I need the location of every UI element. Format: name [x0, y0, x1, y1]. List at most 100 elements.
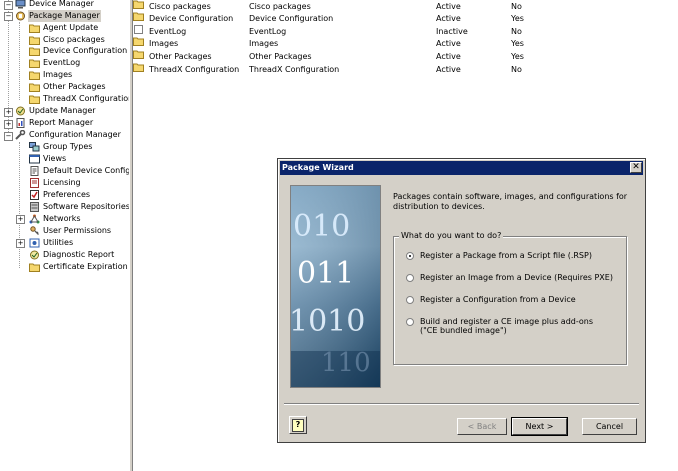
folder-icon: [29, 71, 40, 80]
tree-item-default-device-configuration[interactable]: Default Device Configu: [29, 165, 129, 177]
package-default: No: [511, 65, 522, 74]
action-groupbox: What do you want to do? Register a Packa…: [393, 231, 627, 365]
collapse-package-manager[interactable]: −: [4, 12, 13, 21]
package-status: Active: [436, 39, 461, 48]
folder-icon: [133, 50, 144, 59]
tree-item-preferences[interactable]: Preferences: [29, 189, 91, 201]
list-row[interactable]: Images Images Active Yes: [133, 37, 678, 50]
digits-row-2: 011: [297, 256, 354, 291]
package-description: Device Configuration: [249, 14, 334, 23]
tree-item-licensing[interactable]: Licensing: [29, 177, 82, 189]
tree-item-device-configuration[interactable]: Device Configuration: [29, 45, 128, 57]
report-manager-icon: [16, 118, 25, 128]
certificate-icon: [29, 263, 40, 272]
package-status: Active: [436, 65, 461, 74]
radio[interactable]: [406, 274, 414, 282]
tree-item-update-manager[interactable]: Update Manager: [15, 105, 97, 117]
tree-item-certificate-expiration[interactable]: Certificate Expiration Ti: [29, 261, 129, 273]
tree-item-threadx-configuration[interactable]: ThreadX Configuration: [29, 93, 129, 105]
tree-item-label: Group Types: [43, 142, 93, 151]
tree-item-label: Views: [43, 154, 67, 163]
package-description: Other Packages: [249, 52, 312, 61]
package-wizard-dialog: Package Wizard ✕ 010 011 1010 110 Packag…: [277, 158, 646, 443]
expand-utilities[interactable]: +: [16, 239, 25, 248]
preferences-icon: [30, 190, 39, 200]
device-manager-icon: [15, 0, 26, 9]
navigation-tree: − − + + − + + Device Manager Package Man…: [0, 0, 129, 471]
next-button[interactable]: Next >: [511, 417, 568, 436]
views-icon: [29, 154, 40, 164]
package-status: Active: [436, 14, 461, 23]
option-label-line2: ("CE bundled image"): [420, 326, 507, 335]
radio[interactable]: [406, 296, 414, 304]
package-description: ThreadX Configuration: [249, 65, 340, 74]
package-status: Active: [436, 52, 461, 61]
help-button[interactable]: ?: [289, 416, 307, 434]
tree-item-views[interactable]: Views: [29, 153, 67, 165]
folder-icon: [133, 12, 144, 21]
tree-item-label: Default Device Configu: [43, 166, 129, 175]
dialog-title: Package Wizard: [282, 163, 354, 172]
list-row[interactable]: Other Packages Other Packages Active Yes: [133, 50, 678, 63]
package-name: ThreadX Configuration: [149, 65, 240, 74]
tree-item-networks[interactable]: Networks: [29, 213, 82, 225]
expand-networks[interactable]: +: [16, 215, 25, 224]
cancel-button[interactable]: Cancel: [582, 418, 637, 435]
tree-item-label: ThreadX Configuration: [43, 94, 129, 103]
list-row[interactable]: Device Configuration Device Configuratio…: [133, 12, 678, 25]
folder-icon: [29, 47, 40, 56]
tree-item-user-permissions[interactable]: User Permissions: [29, 225, 112, 237]
option-label: Register a Package from a Script file (.…: [420, 251, 592, 260]
groupbox-label: What do you want to do?: [399, 231, 504, 241]
folder-icon: [29, 59, 40, 68]
tree-item-group-types[interactable]: Group Types: [29, 141, 93, 153]
digits-row-1: 010: [293, 209, 350, 244]
tree-item-label: Images: [43, 70, 73, 79]
folder-icon: [133, 0, 144, 9]
tree-item-agent-update[interactable]: Agent Update: [29, 22, 99, 34]
tree-item-label: Utilities: [43, 238, 74, 247]
tree-item-label: User Permissions: [43, 226, 112, 235]
folder-icon: [29, 36, 40, 45]
tree-item-package-manager[interactable]: Package Manager: [15, 10, 101, 22]
collapse-device-manager[interactable]: −: [4, 1, 13, 10]
package-default: Yes: [511, 14, 524, 23]
tree-item-diagnostic-report[interactable]: Diagnostic Report: [29, 249, 115, 261]
back-button[interactable]: < Back: [457, 418, 507, 435]
dialog-titlebar[interactable]: Package Wizard ✕: [280, 161, 643, 175]
tree-item-label: Software Repositories: [43, 202, 129, 211]
close-button[interactable]: ✕: [630, 162, 642, 173]
tree-item-label: Update Manager: [29, 106, 96, 115]
tree-item-utilities[interactable]: Utilities: [29, 237, 74, 249]
tree-item-software-repositories[interactable]: Software Repositories: [29, 201, 129, 213]
update-manager-icon: [16, 106, 25, 116]
tree-item-label: Other Packages: [43, 82, 106, 91]
tree-item-eventlog[interactable]: EventLog: [29, 57, 81, 69]
folder-icon: [29, 83, 40, 92]
radio-selected[interactable]: [406, 252, 414, 260]
radio[interactable]: [406, 318, 414, 326]
digits-row-3: 1010: [291, 304, 365, 339]
networks-icon: [29, 214, 40, 224]
tree-item-label: EventLog: [43, 58, 81, 67]
tree-item-label: Licensing: [43, 178, 81, 187]
tree-item-images[interactable]: Images: [29, 69, 73, 81]
tree-item-configuration-manager[interactable]: Configuration Manager: [15, 129, 122, 141]
tree-item-label: Configuration Manager: [29, 130, 121, 139]
wizard-intro-text: Packages contain software, images, and c…: [393, 192, 628, 211]
tree-item-device-manager[interactable]: Device Manager: [15, 0, 95, 10]
tree-item-report-manager[interactable]: Report Manager: [15, 117, 94, 129]
user-permissions-icon: [30, 226, 39, 235]
package-description: Images: [249, 39, 279, 48]
expand-report-manager[interactable]: +: [4, 120, 13, 129]
expand-update-manager[interactable]: +: [4, 108, 13, 117]
collapse-configuration-manager[interactable]: −: [4, 132, 13, 141]
dialog-separator: [284, 403, 639, 405]
package-name: Other Packages: [149, 52, 212, 61]
default-config-icon: [30, 166, 39, 176]
list-row[interactable]: ThreadX Configuration ThreadX Configurat…: [133, 63, 678, 76]
tree-item-other-packages[interactable]: Other Packages: [29, 81, 107, 93]
folder-icon: [133, 37, 144, 46]
tree-item-label: Agent Update: [43, 23, 99, 32]
tree-item-label: Device Configuration: [43, 46, 128, 55]
